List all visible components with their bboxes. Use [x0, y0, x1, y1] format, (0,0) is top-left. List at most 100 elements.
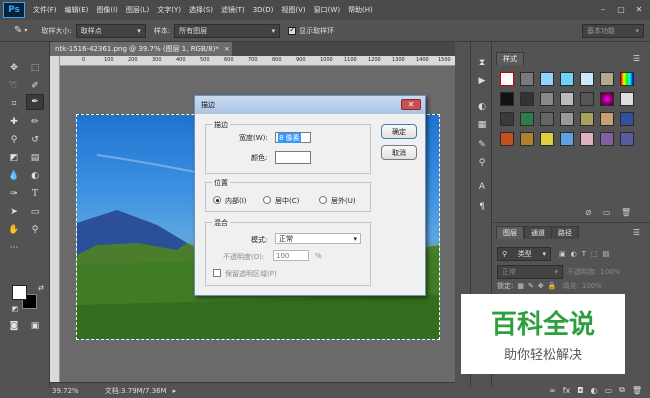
- dialog-title-bar[interactable]: 描边: [195, 96, 425, 114]
- preserve-transparency-label[interactable]: 保留透明区域(P): [225, 269, 277, 279]
- style-swatch[interactable]: [600, 132, 614, 146]
- new-layer-icon[interactable]: ⧉: [619, 385, 625, 395]
- brush-tool-icon[interactable]: ✏: [26, 114, 44, 130]
- adjustment-layer-icon[interactable]: ◐: [591, 386, 598, 395]
- location-inside-radio[interactable]: [213, 196, 221, 204]
- workspace-dropdown[interactable]: 基本功能 ▾: [582, 24, 644, 38]
- style-swatch[interactable]: [540, 72, 554, 86]
- style-swatch[interactable]: [600, 72, 614, 86]
- eyedropper-icon[interactable]: ✎: [14, 25, 22, 36]
- mode-select[interactable]: 正常 ▾: [275, 233, 361, 244]
- style-swatch[interactable]: [500, 112, 514, 126]
- menu-type[interactable]: 文字(Y): [157, 5, 181, 15]
- style-swatch[interactable]: [500, 132, 514, 146]
- cancel-button[interactable]: 取消: [381, 145, 417, 160]
- marquee-tool-icon[interactable]: ⬚: [26, 60, 44, 76]
- style-swatch[interactable]: [580, 92, 594, 106]
- style-swatch[interactable]: [500, 92, 514, 106]
- eyedropper-tool-icon[interactable]: ✒: [26, 94, 44, 110]
- style-swatch[interactable]: [520, 132, 534, 146]
- pen-tool-icon[interactable]: ✑: [5, 186, 23, 202]
- style-swatch[interactable]: [580, 72, 594, 86]
- style-swatch[interactable]: [560, 112, 574, 126]
- quick-select-tool-icon[interactable]: ✐: [26, 78, 44, 94]
- fill-value[interactable]: 100%: [582, 282, 602, 290]
- menu-help[interactable]: 帮助(H): [348, 5, 373, 15]
- style-swatch[interactable]: [620, 132, 634, 146]
- type-tool-icon[interactable]: T: [26, 186, 44, 202]
- brush-panel-icon[interactable]: ✎: [475, 138, 489, 152]
- clone-source-panel-icon[interactable]: ⚲: [475, 156, 489, 170]
- style-swatch[interactable]: [580, 112, 594, 126]
- close-tab-icon[interactable]: ×: [224, 45, 230, 53]
- opacity-input[interactable]: 100: [273, 250, 309, 261]
- location-outside-radio[interactable]: [319, 196, 327, 204]
- color-panel-icon[interactable]: ◐: [475, 100, 489, 114]
- swap-colors-icon[interactable]: ⇄: [32, 280, 50, 296]
- style-swatch[interactable]: [620, 72, 634, 86]
- chevron-right-icon[interactable]: ▸: [173, 387, 177, 395]
- swatches-panel-icon[interactable]: ▦: [475, 118, 489, 132]
- style-swatch[interactable]: [600, 112, 614, 126]
- quick-mask-icon[interactable]: ◙: [5, 318, 23, 334]
- minimize-button[interactable]: –: [596, 3, 610, 15]
- style-swatch[interactable]: [600, 92, 614, 106]
- maximize-button[interactable]: ▢: [614, 3, 628, 15]
- lock-pixels-icon[interactable]: ▦: [517, 282, 524, 290]
- layer-filter-dropdown[interactable]: ⚲ 类型 ▾: [497, 247, 551, 261]
- default-colors-icon[interactable]: ◩: [6, 301, 24, 317]
- clone-stamp-tool-icon[interactable]: ⚲: [5, 132, 23, 148]
- panel-menu-icon[interactable]: ☰: [633, 54, 640, 63]
- style-swatch[interactable]: [560, 92, 574, 106]
- menu-image[interactable]: 图像(I): [96, 5, 118, 15]
- lock-move-icon[interactable]: ✥: [538, 282, 544, 290]
- new-group-icon[interactable]: ▭: [605, 386, 613, 395]
- eraser-tool-icon[interactable]: ◩: [5, 150, 23, 166]
- hand-tool-icon[interactable]: ✋: [5, 222, 23, 238]
- menu-window[interactable]: 窗口(W): [314, 5, 340, 15]
- lock-all-icon[interactable]: 🔒: [548, 282, 557, 290]
- trash-icon[interactable]: 🗑: [621, 208, 631, 217]
- pixel-filter-icon[interactable]: ▣: [559, 250, 566, 258]
- crop-tool-icon[interactable]: ⌗: [5, 96, 23, 112]
- location-center-label[interactable]: 居中(C): [275, 196, 299, 206]
- move-tool-icon[interactable]: ✥: [5, 60, 23, 76]
- style-swatch[interactable]: [520, 92, 534, 106]
- dialog-close-button[interactable]: ✕: [401, 99, 421, 110]
- style-swatch[interactable]: [580, 132, 594, 146]
- character-panel-icon[interactable]: A: [475, 180, 489, 194]
- path-select-tool-icon[interactable]: ➤: [5, 204, 23, 220]
- style-swatch[interactable]: [560, 72, 574, 86]
- location-inside-label[interactable]: 内部(I): [225, 196, 247, 206]
- history-brush-tool-icon[interactable]: ↺: [26, 132, 44, 148]
- shape-tool-icon[interactable]: ▭: [26, 204, 44, 220]
- zoom-tool-icon[interactable]: ⚲: [26, 222, 44, 238]
- style-swatch[interactable]: [620, 92, 634, 106]
- menu-file[interactable]: 文件(F): [33, 5, 57, 15]
- menu-layer[interactable]: 图层(L): [126, 5, 149, 15]
- location-center-radio[interactable]: [263, 196, 271, 204]
- screen-mode-icon[interactable]: ▣: [26, 318, 44, 334]
- gradient-tool-icon[interactable]: ▤: [26, 150, 44, 166]
- history-panel-icon[interactable]: ⧗: [475, 56, 489, 70]
- adjustment-filter-icon[interactable]: ◐: [571, 250, 577, 258]
- opacity-value[interactable]: 100%: [600, 268, 620, 276]
- edit-toolbar-icon[interactable]: ⋯: [5, 240, 23, 256]
- fx-icon[interactable]: fx: [563, 386, 571, 395]
- width-input[interactable]: 8 像素: [275, 132, 311, 143]
- color-swatch-input[interactable]: [275, 151, 311, 164]
- tab-styles[interactable]: 样式: [496, 52, 524, 65]
- chevron-down-icon[interactable]: ▾: [24, 27, 27, 34]
- ok-button[interactable]: 确定: [381, 124, 417, 139]
- tab-layers[interactable]: 图层: [496, 226, 524, 239]
- style-swatch[interactable]: [560, 132, 574, 146]
- new-style-icon[interactable]: ▭: [603, 208, 611, 217]
- clear-style-icon[interactable]: ⊘: [585, 208, 592, 217]
- preserve-transparency-checkbox[interactable]: [213, 269, 221, 277]
- actions-panel-icon[interactable]: ▶: [475, 74, 489, 88]
- tab-channels[interactable]: 通道: [524, 226, 552, 239]
- add-mask-icon[interactable]: ◘: [577, 386, 583, 395]
- lock-paint-icon[interactable]: ✎: [528, 282, 534, 290]
- paragraph-panel-icon[interactable]: ¶: [475, 200, 489, 214]
- location-outside-label[interactable]: 居外(U): [331, 196, 356, 206]
